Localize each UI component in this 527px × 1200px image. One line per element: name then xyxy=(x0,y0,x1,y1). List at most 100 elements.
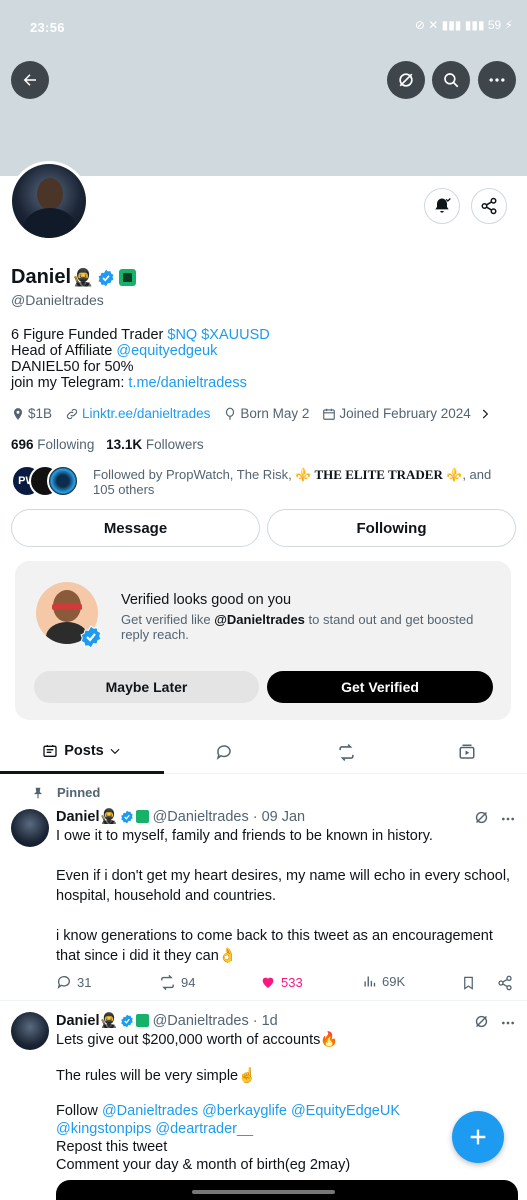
get-verified-button[interactable]: Get Verified xyxy=(267,671,493,703)
tweet-paragraph-3: Follow @Danieltrades @berkayglife @Equit… xyxy=(56,1102,496,1138)
reply-icon xyxy=(57,976,70,989)
tweet-author-handle: @Danieltrades xyxy=(152,808,249,825)
tweet-paragraph-3: i know generations to come back to this … xyxy=(56,928,493,964)
back-button[interactable] xyxy=(11,61,49,99)
reply-icon xyxy=(216,745,231,760)
grok-icon[interactable] xyxy=(473,809,490,826)
tweet-paragraph-1: I owe it to myself, family and friends t… xyxy=(56,828,433,844)
tab-media[interactable] xyxy=(407,730,527,774)
notifications-button[interactable] xyxy=(424,188,460,224)
reply-count: 31 xyxy=(77,974,92,990)
promo-title: Verified looks good on you xyxy=(121,592,292,608)
more-icon[interactable] xyxy=(500,1015,516,1031)
tweet-follow-prefix: Follow xyxy=(56,1103,102,1119)
more-icon xyxy=(489,78,505,82)
repost-icon xyxy=(338,743,354,761)
bookmark-icon[interactable] xyxy=(461,975,476,991)
repost-count: 94 xyxy=(181,975,196,990)
following-button[interactable]: Following xyxy=(267,509,516,547)
tweet-author-name[interactable]: Daniel xyxy=(56,1013,100,1029)
search-button[interactable] xyxy=(432,61,470,99)
grok-icon xyxy=(399,73,413,87)
status-icons: ⊘ ✕ ▮▮▮ ▮▮▮ 59 ⚡ xyxy=(414,18,513,32)
more-icon[interactable] xyxy=(500,811,516,827)
pinned-label: Pinned xyxy=(57,785,101,800)
meta-website-text[interactable]: Linktr.ee/danieltrades xyxy=(82,406,210,421)
tweet-author-handle: @Danieltrades xyxy=(152,1012,249,1029)
tweet-body: I owe it to myself, family and friends t… xyxy=(56,826,516,966)
verified-badge-icon xyxy=(98,269,114,286)
tab-replies[interactable] xyxy=(164,730,284,774)
tweet-mentions[interactable]: @Danieltrades @berkayglife @EquityEdgeUK… xyxy=(56,1103,400,1137)
promo-desc-prefix: Get verified like xyxy=(121,612,215,627)
tweet-giveaway[interactable]: Daniel 🥷 @Danieltrades · 1d Lets give ou… xyxy=(0,1012,527,1200)
tweet-paragraph-2: The rules will be very simple☝️ xyxy=(56,1068,257,1084)
bio-mention-link[interactable]: @equityedgeuk xyxy=(116,343,217,359)
tweet-author-name[interactable]: Daniel xyxy=(56,809,100,825)
tweet-author-avatar[interactable] xyxy=(11,809,49,847)
chevron-right-icon[interactable] xyxy=(478,407,492,421)
back-arrow-icon xyxy=(23,74,36,86)
tab-posts[interactable]: Posts xyxy=(0,730,164,774)
share-icon[interactable] xyxy=(497,975,513,991)
message-button[interactable]: Message xyxy=(11,509,260,547)
meta-joined-text: Joined February 2024 xyxy=(339,406,471,421)
media-icon xyxy=(459,744,475,759)
home-indicator xyxy=(192,1190,335,1194)
views-count: 69K xyxy=(382,974,406,989)
bio-line4: join my Telegram: xyxy=(11,375,129,391)
affiliate-badge-icon xyxy=(135,810,149,823)
pinned-indicator: Pinned xyxy=(31,785,100,800)
grok-button[interactable] xyxy=(387,61,425,99)
tweet-paragraph-2: Even if i don't get my heart desires, my… xyxy=(56,868,511,904)
plus-icon xyxy=(470,1129,486,1145)
meta-location-text: $1B xyxy=(28,406,53,421)
reply-action[interactable]: 31 xyxy=(56,974,91,990)
verified-badge-icon xyxy=(120,810,133,823)
location-icon xyxy=(13,407,23,420)
profile-avatar[interactable] xyxy=(9,161,89,241)
chevron-down-icon xyxy=(110,748,120,754)
profile-handle: @Danieltrades xyxy=(11,292,104,308)
followed-by-avatars[interactable]: PW xyxy=(11,465,79,497)
followed-by-text[interactable]: Followed by PropWatch, The Risk, ⚜️ THE … xyxy=(93,467,513,497)
profile-name-emoji: 🥷 xyxy=(72,267,94,287)
tweet-author-avatar[interactable] xyxy=(11,1012,49,1050)
maybe-later-button[interactable]: Maybe Later xyxy=(34,671,259,703)
repost-icon xyxy=(161,974,174,991)
promo-verified-icon xyxy=(80,625,102,649)
followers-link[interactable]: 13.1K Followers xyxy=(106,437,204,452)
meta-joined: Joined February 2024 xyxy=(322,406,471,421)
following-label: Following xyxy=(37,437,95,452)
bio-telegram-link[interactable]: t.me/danieltradess xyxy=(128,375,246,391)
status-bar: 23:56 ⊘ ✕ ▮▮▮ ▮▮▮ 59 ⚡ xyxy=(0,0,527,58)
share-icon xyxy=(481,197,497,215)
followed-by-elite: ⚜️ THE ELITE TRADER ⚜️ xyxy=(295,467,463,482)
tweet-author-emoji: 🥷 xyxy=(99,1013,118,1029)
tweet-header: Daniel 🥷 @Danieltrades · 1d xyxy=(56,1012,278,1030)
meta-location: $1B xyxy=(11,406,52,421)
tab-reposts[interactable] xyxy=(285,730,407,774)
following-link[interactable]: 696 Following xyxy=(11,437,94,452)
tweet-author-emoji: 🥷 xyxy=(99,809,118,825)
meta-website[interactable]: Linktr.ee/danieltrades xyxy=(65,406,210,421)
promo-desc-handle: @Danieltrades xyxy=(214,612,305,627)
repost-action[interactable]: 94 xyxy=(159,974,195,991)
affiliate-badge-icon xyxy=(119,269,137,286)
tweet-header: Daniel 🥷 @Danieltrades · 09 Jan xyxy=(56,808,305,826)
promo-description: Get verified like @Danieltrades to stand… xyxy=(121,612,481,642)
more-options-button[interactable] xyxy=(478,61,516,99)
posts-icon xyxy=(43,744,57,757)
profile-name: Daniel xyxy=(11,266,72,288)
like-count: 533 xyxy=(281,974,303,990)
compose-button[interactable] xyxy=(452,1111,504,1163)
profile-tabs: Posts xyxy=(0,730,527,774)
grok-icon[interactable] xyxy=(473,1013,490,1030)
bio-cashtags-link[interactable]: $NQ $XAUUSD xyxy=(167,327,269,343)
like-action[interactable]: 533 xyxy=(260,974,303,990)
share-button[interactable] xyxy=(471,188,507,224)
tweet-paragraph-5: Comment your day & month of birth(eg 2ma… xyxy=(56,1157,351,1173)
views-action[interactable]: 69K xyxy=(362,974,405,989)
tweet-paragraph-1: Lets give out $200,000 worth of accounts… xyxy=(56,1032,339,1048)
tweet-pinned[interactable]: Daniel 🥷 @Danieltrades · 09 Jan I owe it… xyxy=(0,806,527,1001)
